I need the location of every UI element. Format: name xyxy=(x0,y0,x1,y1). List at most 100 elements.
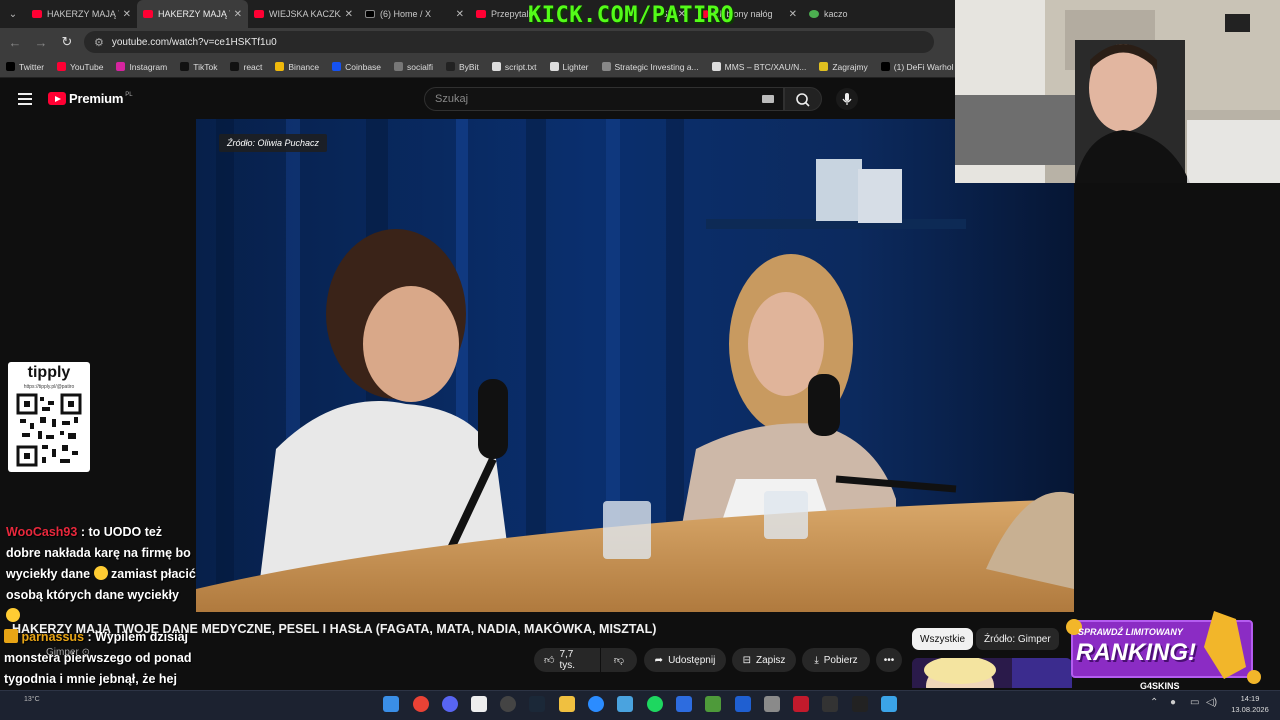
browser-tab[interactable]: kaczo xyxy=(803,0,863,28)
share-label: Udostępnij xyxy=(668,654,716,666)
bookmark-item[interactable]: Strategic Investing a... xyxy=(601,61,699,72)
tab-close-icon[interactable]: ✕ xyxy=(234,9,242,20)
bookmark-item[interactable]: Coinbase xyxy=(332,62,381,72)
bookmark-item[interactable]: MMS – BTC/XAU/N... xyxy=(711,62,806,72)
browser-tab[interactable]: (6) Home / X ✕ xyxy=(359,0,470,28)
x-app-icon[interactable] xyxy=(735,696,751,712)
youtube-favicon-icon xyxy=(32,10,42,18)
file-explorer-icon[interactable] xyxy=(559,696,575,712)
share-arrow-icon: ➦ xyxy=(654,654,664,666)
youtube-favicon-icon xyxy=(254,10,264,18)
tray-chevron-icon[interactable]: ⌃ xyxy=(1150,697,1158,708)
x-favicon-icon xyxy=(365,10,375,18)
tab-search-chevron-icon[interactable]: ⌄ xyxy=(0,0,26,28)
recommended-video-thumbnail[interactable] xyxy=(912,658,1072,688)
reload-icon[interactable]: ↻ xyxy=(54,34,80,50)
bookmark-favicon-icon xyxy=(332,62,342,71)
tab-close-icon[interactable]: ✕ xyxy=(456,9,464,20)
site-settings-icon[interactable]: ⚙ xyxy=(94,36,104,49)
save-button[interactable]: ⊟ Zapisz xyxy=(732,648,796,672)
like-button[interactable]: 👍︎ 7,7 tys. xyxy=(534,648,600,672)
taskbar-clock[interactable]: 14:19 13.08.2026 xyxy=(1222,693,1278,715)
share-button[interactable]: ➦ Udostępnij xyxy=(644,648,726,672)
start-windows-icon[interactable] xyxy=(383,696,399,712)
search-input[interactable]: Szukaj xyxy=(424,87,784,111)
url-field[interactable]: ⚙ youtube.com/watch?v=ce1HSKTf1u0 xyxy=(84,31,934,53)
notion-icon[interactable] xyxy=(822,696,838,712)
bookmark-item[interactable]: socialfi xyxy=(394,62,433,72)
bookmark-item[interactable]: TikTok xyxy=(180,62,217,72)
tool-icon[interactable] xyxy=(617,696,633,712)
bookmark-favicon-icon xyxy=(446,62,456,71)
bookmark-label: script.txt xyxy=(504,61,537,72)
bookmark-item[interactable]: Twitter xyxy=(6,62,44,72)
chrome-icon[interactable] xyxy=(413,696,429,712)
stream-overlay-kick-url: KICK.COM/PATIRO xyxy=(528,3,735,28)
back-arrow-icon[interactable]: ← xyxy=(2,35,28,50)
ranking-ad-line2: RANKING! xyxy=(1076,639,1196,666)
bookmark-item[interactable]: react xyxy=(230,62,262,72)
browser-tab[interactable]: WIEJSKA KACZKA ✕ xyxy=(248,0,359,28)
chip-source[interactable]: Źródło: Gimper xyxy=(976,628,1059,650)
bookmark-label: ByBit xyxy=(459,61,479,72)
ranking-ad-line1: SPRAWDŹ LIMITOWANY xyxy=(1078,627,1183,637)
more-actions-button[interactable]: ••• xyxy=(876,648,902,672)
dislike-button[interactable]: 👎︎ xyxy=(601,648,637,672)
steam-icon[interactable] xyxy=(529,696,545,712)
calculator-icon[interactable] xyxy=(764,696,780,712)
bookmark-item[interactable]: script.txt xyxy=(491,61,537,72)
app-c-icon[interactable] xyxy=(588,696,604,712)
address-bar: ← → ↻ ⚙ youtube.com/watch?v=ce1HSKTf1u0 xyxy=(0,28,955,56)
tray-volume-icon[interactable]: ◁) xyxy=(1206,697,1217,708)
search-icon xyxy=(796,93,810,107)
terminal-icon[interactable] xyxy=(705,696,721,712)
tray-network-icon[interactable]: ▭ xyxy=(1190,697,1199,708)
save-label: Zapisz xyxy=(755,654,786,666)
youtube-premium-logo[interactable]: Premium PL xyxy=(48,91,133,106)
keyboard-icon[interactable] xyxy=(762,95,774,103)
mail-icon[interactable] xyxy=(676,696,692,712)
bookmark-favicon-icon xyxy=(880,62,890,71)
bookmark-item[interactable]: ByBit xyxy=(446,62,479,72)
notes-icon[interactable] xyxy=(881,696,897,712)
bookmark-item[interactable]: Binance xyxy=(275,62,319,72)
app-triangle-icon[interactable] xyxy=(852,696,868,712)
discord-icon[interactable] xyxy=(442,696,458,712)
tray-mic-icon[interactable]: ● xyxy=(1170,697,1176,708)
tab-close-icon[interactable]: ✕ xyxy=(345,9,353,20)
streamer-webcam xyxy=(955,0,1280,183)
weather-widget[interactable]: 13°C xyxy=(24,696,40,703)
like-count: 7,7 tys. xyxy=(559,649,576,671)
bookmark-item[interactable]: Instagram xyxy=(116,62,167,72)
browser-tab[interactable]: HAKERZY MAJĄ T ✕ xyxy=(26,0,137,28)
microphone-button[interactable] xyxy=(836,88,858,110)
url-text: youtube.com/watch?v=ce1HSKTf1u0 xyxy=(111,36,277,48)
spotify-icon[interactable] xyxy=(647,696,663,712)
notepad-icon[interactable] xyxy=(471,696,487,712)
download-button[interactable]: ⤓ Pobierz xyxy=(802,648,870,672)
menu-hamburger-icon[interactable] xyxy=(18,93,32,105)
chat-username: WooCash93 xyxy=(6,525,78,539)
bookmark-label: Strategic Investing a... xyxy=(614,61,699,72)
forward-arrow-icon[interactable]: → xyxy=(28,35,54,50)
app-red-icon[interactable] xyxy=(793,696,809,712)
video-player[interactable] xyxy=(196,119,1074,612)
tab-close-icon[interactable]: ✕ xyxy=(789,9,797,20)
tipply-qr-widget: tipply https://tipply.pl/@patiro xyxy=(8,362,90,472)
chat-message: WooCash93 : to UODO też dobre nakłada ka… xyxy=(0,522,196,627)
bookmark-item[interactable]: Zagrajmy xyxy=(819,62,868,72)
chip-all[interactable]: Wszystkie xyxy=(912,628,973,650)
clock-time: 14:19 xyxy=(1240,694,1260,703)
obs-icon[interactable] xyxy=(500,696,516,712)
bookmark-item[interactable]: YouTube xyxy=(57,62,103,72)
laughing-emoji-icon xyxy=(93,566,108,580)
youtube-play-logo-icon xyxy=(48,92,66,105)
search-button[interactable] xyxy=(784,87,822,111)
bookmark-favicon-icon xyxy=(549,62,559,71)
bookmark-item[interactable]: Lighter xyxy=(549,62,589,72)
bookmark-label: Binance xyxy=(288,61,320,72)
browser-tab-active[interactable]: HAKERZY MAJĄ T ✕ xyxy=(137,0,248,28)
tab-close-icon[interactable]: ✕ xyxy=(123,9,131,20)
microphone-icon xyxy=(842,93,852,105)
bookmark-favicon-icon xyxy=(601,62,611,71)
